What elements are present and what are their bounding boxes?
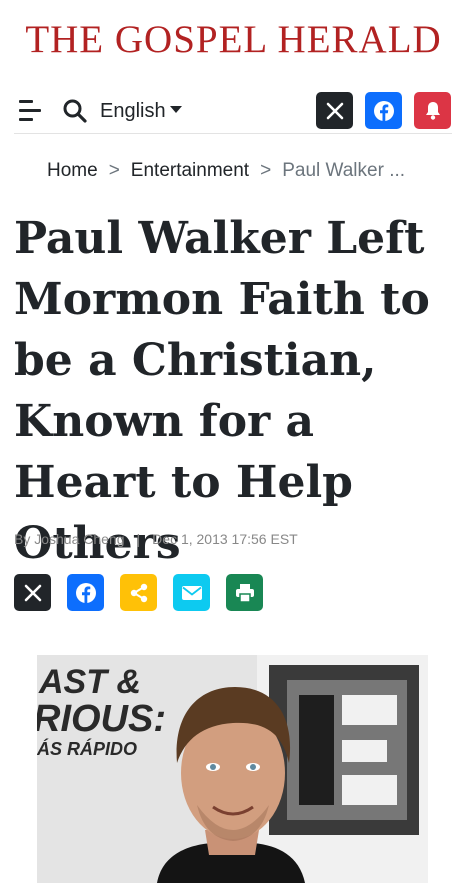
author-name[interactable]: By Joshua Cheng — [14, 531, 125, 547]
byline-divider: | — [136, 531, 141, 547]
article-photo: AST & RIOUS: ÁS RÁPIDO — [37, 655, 428, 883]
header-divider — [14, 133, 452, 134]
caret-down-icon — [169, 106, 182, 113]
share-print-button[interactable] — [226, 574, 263, 611]
bell-icon — [425, 101, 440, 120]
share-icon — [130, 583, 147, 602]
email-icon — [181, 585, 202, 600]
breadcrumb-home[interactable]: Home — [47, 160, 98, 181]
breadcrumb-separator: > — [108, 160, 120, 181]
backdrop-text: ÁS RÁPIDO — [37, 738, 137, 759]
facebook-social-button[interactable] — [365, 92, 402, 129]
notification-button[interactable] — [414, 92, 451, 129]
x-logo-icon — [326, 102, 343, 119]
x-social-button[interactable] — [316, 92, 353, 129]
publish-date: Dec 1, 2013 17:56 EST — [152, 531, 298, 547]
breadcrumb-separator: > — [260, 160, 272, 181]
breadcrumb-section[interactable]: Entertainment — [131, 160, 249, 181]
site-title: THE GOSPEL HERALD — [25, 18, 442, 61]
breadcrumb: Home > Entertainment > Paul Walker ... — [47, 160, 405, 182]
article-byline: By Joshua Cheng | Dec 1, 2013 17:56 EST — [14, 531, 298, 547]
print-icon — [235, 583, 254, 603]
language-label: English — [100, 100, 166, 122]
header-toolbar: English — [14, 92, 452, 130]
site-logo[interactable]: THE GOSPEL HERALD — [0, 14, 467, 66]
backdrop-text: RIOUS: — [37, 698, 166, 740]
share-email-button[interactable] — [173, 574, 210, 611]
x-logo-icon — [24, 584, 41, 601]
article-headline: Paul Walker Left Mormon Faith to be a Ch… — [14, 213, 430, 569]
facebook-icon — [75, 582, 96, 603]
language-selector[interactable]: English — [100, 100, 182, 123]
search-icon[interactable] — [62, 98, 88, 124]
share-facebook-button[interactable] — [67, 574, 104, 611]
breadcrumb-current: Paul Walker ... — [282, 160, 406, 181]
menu-icon[interactable] — [19, 100, 41, 122]
share-x-button[interactable] — [14, 574, 51, 611]
facebook-icon — [373, 100, 394, 121]
backdrop-text: AST & — [38, 663, 141, 701]
share-generic-button[interactable] — [120, 574, 157, 611]
